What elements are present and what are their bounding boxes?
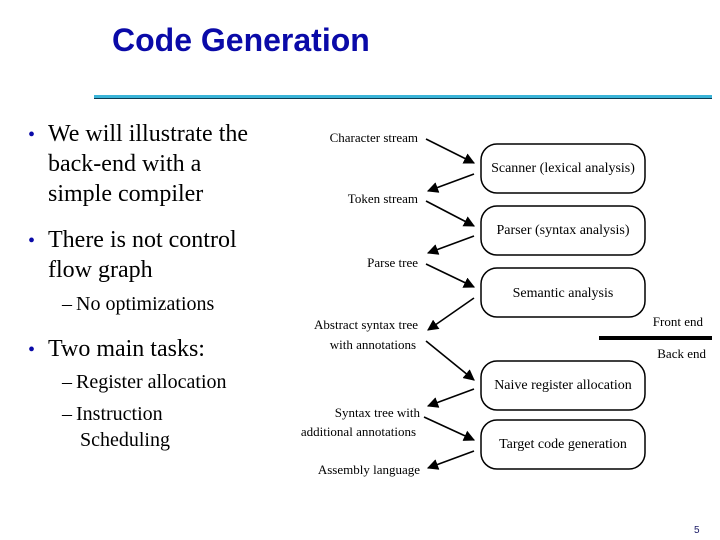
arrow-icon [426, 388, 475, 408]
phase-box-semantic: Semantic analysis [480, 267, 646, 318]
artifact-label-assembly: Assembly language [318, 462, 420, 477]
artifact-label-ast: Abstract syntax tree [314, 317, 418, 332]
phase-box-parser: Parser (syntax analysis) [480, 205, 646, 256]
arrow-icon [425, 340, 475, 381]
compiler-pipeline-diagram: Scanner (lexical analysis) Parser (synta… [301, 130, 712, 477]
artifact-label-parse-tree: Parse tree [367, 255, 418, 270]
phase-box-scanner: Scanner (lexical analysis) [480, 143, 646, 194]
front-end-label: Front end [653, 314, 704, 329]
artifact-label-token-stream: Token stream [348, 191, 418, 206]
phase-label: Scanner (lexical analysis) [491, 161, 635, 176]
artifact-label-character-stream: Character stream [330, 130, 418, 145]
artifact-label-ast-line-2: with annotations [330, 337, 416, 352]
arrow-icon [425, 200, 475, 227]
phase-label: Naive register allocation [494, 378, 632, 393]
phase-label: Target code generation [499, 437, 627, 452]
back-end-label: Back end [657, 346, 706, 361]
arrow-icon [425, 263, 476, 288]
arrow-icon [423, 416, 476, 441]
artifact-label-syntax-tree: Syntax tree with [335, 405, 421, 420]
arrow-icon [425, 138, 476, 164]
arrow-icon [427, 297, 475, 331]
phase-label: Parser (syntax analysis) [497, 223, 630, 238]
artifact-label-syntax-tree-line-2: additional annotations [301, 424, 416, 439]
phase-box-register-allocation: Naive register allocation [480, 360, 646, 411]
phase-label: Semantic analysis [513, 286, 614, 301]
arrow-icon [426, 235, 475, 255]
arrow-icon [426, 450, 475, 470]
phase-box-code-generation: Target code generation [480, 419, 646, 470]
arrow-icon [426, 173, 475, 193]
page-number: 5 [694, 525, 700, 536]
